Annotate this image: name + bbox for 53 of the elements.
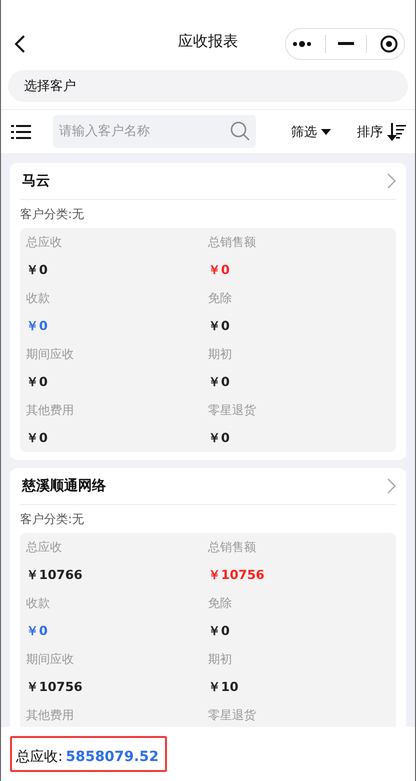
stat-value: ￥0 [26, 622, 49, 640]
customer-name: 马云 [22, 172, 50, 190]
stat-value: ￥0 [26, 261, 49, 279]
minimize-icon[interactable] [338, 42, 354, 46]
filter-dropdown[interactable]: 筛选 [291, 122, 331, 140]
stat-label: 总销售额 [208, 539, 257, 556]
menu-icon[interactable] [11, 124, 31, 140]
stat-label: 其他费用 [26, 707, 75, 724]
chevron-right-icon [387, 173, 396, 189]
customer-name: 慈溪顺通网络 [22, 477, 106, 495]
stat-label: 免除 [208, 595, 233, 612]
sort-button[interactable]: 排序 [357, 122, 407, 142]
stat-value: ￥0 [208, 622, 231, 640]
stat-value: ￥0 [26, 429, 49, 447]
customer-picker[interactable]: 选择客户 [8, 70, 408, 102]
stat-label: 其他费用 [26, 402, 75, 419]
back-icon[interactable] [13, 34, 27, 54]
stat-value: ￥0 [208, 261, 231, 279]
caret-down-icon [321, 128, 331, 134]
search-field[interactable]: 请输入客户名称 [53, 115, 256, 148]
total-value: 5858079.52 [66, 749, 159, 765]
chevron-right-icon [387, 478, 396, 494]
stat-label: 期间应收 [26, 651, 75, 668]
stat-label: 总应收 [26, 234, 63, 251]
stat-label: 收款 [26, 290, 51, 307]
customer-category: 客户分类:无 [20, 206, 86, 223]
customer-card[interactable]: 慈溪顺通网络 客户分类:无 总应收 ￥10766 总销售额 ￥10756 收款 ￥0 免除 ￥0 期间应收 ￥10756 期初 ￥10 其他费用 零星退货 [10, 468, 406, 727]
stat-value: ￥10766 [26, 566, 84, 584]
sort-icon [387, 122, 407, 142]
stat-value: ￥0 [208, 317, 231, 335]
stat-label: 总销售额 [208, 234, 257, 251]
stat-value: ￥10756 [26, 678, 84, 696]
stat-label: 零星退货 [208, 707, 257, 724]
stat-value: ￥0 [26, 373, 49, 391]
stat-label: 总应收 [26, 539, 63, 556]
search-icon [230, 121, 250, 141]
close-icon[interactable] [380, 35, 398, 53]
stat-value: ￥10 [208, 678, 240, 696]
stat-value: ￥0 [26, 317, 49, 335]
customer-card[interactable]: 马云 客户分类:无 总应收 ￥0 总销售额 ￥0 收款 ￥0 免除 ￥0 期间应收 ￥0 期初 ￥0 其他费用 ￥0 零星退货 ￥0 [10, 163, 406, 460]
total-label: 总应收: [16, 748, 63, 766]
stat-value: ￥0 [208, 429, 231, 447]
stat-label: 收款 [26, 595, 51, 612]
page-title: 应收报表 [178, 32, 238, 51]
stat-label: 零星退货 [208, 402, 257, 419]
more-icon[interactable] [292, 41, 312, 47]
stat-value: ￥10756 [208, 566, 266, 584]
stat-label: 期初 [208, 651, 233, 668]
stat-label: 免除 [208, 290, 233, 307]
stat-label: 期初 [208, 346, 233, 363]
customer-category: 客户分类:无 [20, 511, 86, 528]
stat-value: ￥0 [208, 373, 231, 391]
stat-label: 期间应收 [26, 346, 75, 363]
